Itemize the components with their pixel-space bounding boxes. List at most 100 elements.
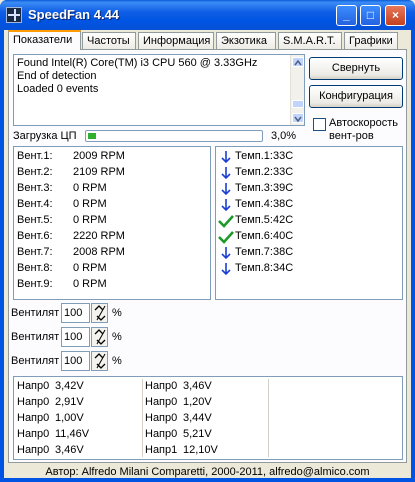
voltage-name: Напр0 bbox=[17, 428, 50, 440]
fan-name: Вент.7: bbox=[17, 246, 53, 258]
fan-name: Вент.5: bbox=[17, 214, 53, 226]
log-line: Found Intel(R) Core(TM) i3 CPU 560 @ 3.3… bbox=[17, 57, 258, 69]
voltage-value: 2,91V bbox=[55, 396, 84, 408]
client-area: Показатели Частоты Информация Экзотика S… bbox=[4, 30, 411, 478]
autospeed-checkbox[interactable] bbox=[313, 118, 326, 131]
fan-rpm-value: 2008 RPM bbox=[73, 246, 125, 258]
fan-name: Вент.3: bbox=[17, 182, 53, 194]
title-bar[interactable]: SpeedFan 4.44 _ □ × bbox=[0, 0, 415, 30]
log-scrollbar[interactable] bbox=[290, 55, 304, 125]
voltage-name: Напр0 bbox=[17, 444, 50, 456]
check-icon bbox=[218, 230, 234, 247]
fan-name: Вент.4: bbox=[17, 198, 53, 210]
percent-unit-label: % bbox=[112, 355, 122, 367]
fan-speed-spinner[interactable] bbox=[91, 303, 108, 323]
tab-info[interactable]: Информация bbox=[138, 32, 214, 49]
scroll-thumb[interactable] bbox=[292, 100, 304, 108]
voltage-value: 3,46V bbox=[55, 444, 84, 456]
voltage-column-divider bbox=[142, 379, 143, 457]
temperature-reading: Темп.7:38C bbox=[235, 246, 294, 258]
cpu-usage-bar bbox=[85, 130, 263, 142]
tab-smart[interactable]: S.M.A.R.T. bbox=[278, 32, 342, 49]
arrow-down-icon bbox=[218, 262, 234, 279]
scroll-down-arrow[interactable] bbox=[292, 113, 304, 123]
arrow-down-icon bbox=[218, 166, 234, 183]
readings-panel: Found Intel(R) Core(TM) i3 CPU 560 @ 3.3… bbox=[8, 49, 407, 463]
autospeed-label-line2: вент-ров bbox=[329, 130, 374, 142]
fan-speed-input[interactable]: 100 bbox=[61, 351, 90, 371]
voltage-name: Напр0 bbox=[145, 412, 178, 424]
voltage-value: 1,00V bbox=[55, 412, 84, 424]
arrow-down-icon bbox=[218, 182, 234, 199]
configure-button[interactable]: Конфигурация bbox=[309, 85, 403, 108]
fan-rpm-value: 0 RPM bbox=[73, 262, 107, 274]
fan-speeds-box: Вент.1: 2009 RPM Вент.2: 2109 RPM Вент.3: 0 R… bbox=[13, 146, 211, 300]
voltage-value: 1,20V bbox=[183, 396, 212, 408]
fan-rpm-value: 0 RPM bbox=[73, 214, 107, 226]
fan-name: Вент.6: bbox=[17, 230, 53, 242]
cpu-usage-label: Загрузка ЦП bbox=[13, 130, 77, 142]
voltage-name: Напр0 bbox=[17, 396, 50, 408]
scroll-up-arrow[interactable] bbox=[292, 57, 304, 67]
maximize-window-button[interactable]: □ bbox=[360, 5, 381, 26]
voltage-value: 3,46V bbox=[183, 380, 212, 392]
fan-speed-input[interactable]: 100 bbox=[61, 303, 90, 323]
tab-exotics[interactable]: Экзотика bbox=[216, 32, 276, 49]
fan-rpm-value: 0 RPM bbox=[73, 182, 107, 194]
minimize-app-button[interactable]: Свернуть bbox=[309, 57, 403, 80]
autospeed-label: Автоскорость bbox=[329, 117, 399, 129]
voltage-value: 3,42V bbox=[55, 380, 84, 392]
check-icon bbox=[218, 214, 234, 231]
percent-unit-label: % bbox=[112, 307, 122, 319]
temperature-reading: Темп.8:34C bbox=[235, 262, 294, 274]
close-window-button[interactable]: × bbox=[385, 5, 406, 26]
tab-readings[interactable]: Показатели bbox=[8, 30, 81, 50]
voltage-name: Напр0 bbox=[145, 428, 178, 440]
arrow-down-icon bbox=[218, 150, 234, 167]
voltage-name: Напр0 bbox=[145, 396, 178, 408]
voltage-name: Напр0 bbox=[17, 412, 50, 424]
fan-speed-spinner[interactable] bbox=[91, 351, 108, 371]
fan-rpm-value: 2009 RPM bbox=[73, 150, 125, 162]
tab-clock[interactable]: Частоты bbox=[82, 32, 136, 49]
log-line: Loaded 0 events bbox=[17, 83, 99, 95]
footer-credits: Автор: Alfredo Milani Comparetti, 2000-2… bbox=[45, 466, 370, 478]
percent-unit-label: % bbox=[112, 331, 122, 343]
log-box[interactable]: Found Intel(R) Core(TM) i3 CPU 560 @ 3.3… bbox=[13, 54, 305, 126]
voltage-value: 3,44V bbox=[183, 412, 212, 424]
voltage-column-divider bbox=[268, 379, 269, 457]
fan-rpm-value: 2109 RPM bbox=[73, 166, 125, 178]
fan-control-label: Вентилят bbox=[11, 307, 60, 319]
fan-name: Вент.8: bbox=[17, 262, 53, 274]
fan-control-label: Вентилят bbox=[11, 331, 60, 343]
fan-rpm-value: 0 RPM bbox=[73, 198, 107, 210]
temperature-reading: Темп.1:33C bbox=[235, 150, 294, 162]
fan-speed-input[interactable]: 100 bbox=[61, 327, 90, 347]
temperature-reading: Темп.2:33C bbox=[235, 166, 294, 178]
fan-control-label: Вентилят bbox=[11, 355, 60, 367]
cpu-usage-fill bbox=[88, 133, 96, 139]
fan-name: Вент.1: bbox=[17, 150, 53, 162]
tab-charts[interactable]: Графики bbox=[344, 32, 398, 49]
window-title: SpeedFan 4.44 bbox=[28, 7, 120, 22]
voltage-value: 11,46V bbox=[55, 428, 90, 440]
voltage-name: Напр0 bbox=[145, 380, 178, 392]
speedfan-app-icon bbox=[6, 7, 22, 23]
arrow-down-icon bbox=[218, 246, 234, 263]
voltages-box: Напр0 3,42V Напр0 2,91V Напр0 1,00V Напр0 11,46… bbox=[13, 376, 403, 460]
speedfan-window: SpeedFan 4.44 _ □ × Показатели Частоты И… bbox=[0, 0, 415, 482]
minimize-window-button[interactable]: _ bbox=[336, 5, 357, 26]
arrow-down-icon bbox=[218, 198, 234, 215]
voltage-value: 5,21V bbox=[183, 428, 212, 440]
fan-rpm-value: 2220 RPM bbox=[73, 230, 125, 242]
voltage-name: Напр0 bbox=[17, 380, 50, 392]
log-line: End of detection bbox=[17, 70, 97, 82]
temperature-reading: Темп.4:38C bbox=[235, 198, 294, 210]
cpu-usage-value: 3,0% bbox=[271, 130, 297, 142]
fan-speed-spinner[interactable] bbox=[91, 327, 108, 347]
temperature-reading: Темп.3:39C bbox=[235, 182, 294, 194]
temperatures-box: Темп.1:33C Темп.2:33C Темп.3:39C Темп.4:38C… bbox=[215, 146, 403, 300]
voltage-value: 12,10V bbox=[183, 444, 218, 456]
fan-rpm-value: 0 RPM bbox=[73, 278, 107, 290]
fan-name: Вент.9: bbox=[17, 278, 53, 290]
